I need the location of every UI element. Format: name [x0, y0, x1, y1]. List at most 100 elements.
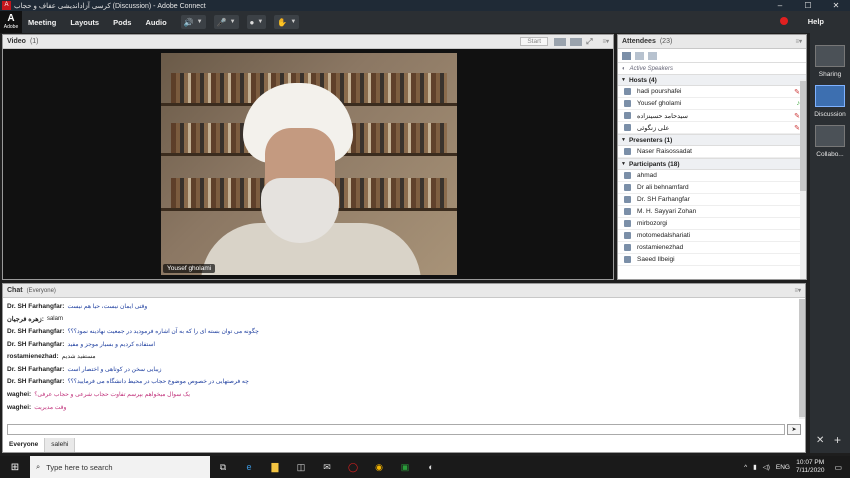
recording-indicator-icon[interactable] — [780, 17, 788, 25]
attendee-row[interactable]: mirbozorgi — [618, 218, 806, 230]
edge-icon[interactable]: e — [236, 462, 262, 472]
participant-icon — [624, 244, 631, 251]
attendee-row[interactable]: Yousef gholami ♪ — [618, 98, 806, 110]
taskbar-search[interactable]: ⌕ Type here to search — [30, 456, 210, 478]
attendees-count: (23) — [659, 38, 673, 45]
filmstrip-view-icon[interactable] — [570, 37, 583, 46]
speaker-volume-button[interactable]: 🔊 ▼ — [180, 15, 206, 29]
tab-salehi[interactable]: salehi — [45, 438, 76, 452]
minimize-button[interactable]: – — [766, 0, 794, 11]
attendees-scrollbar[interactable] — [800, 79, 806, 279]
network-icon[interactable]: ▮ — [753, 463, 757, 471]
microphone-button[interactable]: 🎤 ▼ — [213, 15, 239, 29]
attendee-row[interactable]: سیدحامد حسینزاده ✎ — [618, 110, 806, 122]
breakout-icon[interactable] — [635, 51, 644, 60]
opera-icon[interactable]: ◯ — [340, 462, 366, 473]
chat-message: Dr. SH Farhangfar: استفاده کردیم و بسیار … — [3, 338, 805, 351]
layout-discussion-button[interactable] — [815, 85, 845, 107]
attendee-row[interactable]: M. H. Sayyari Zohan — [618, 206, 806, 218]
video-pod: Video (1) Start ⤢ ≡▾ Yousef gholami — [2, 34, 614, 280]
chat-pod-header: Chat (Everyone) ≡▾ — [3, 284, 805, 298]
chat-text: زیبایی سخن در کوتاهی و اختصار است — [67, 366, 162, 373]
collapse-triangle-icon: ▼ — [621, 77, 626, 83]
fullscreen-icon[interactable]: ⤢ — [586, 37, 592, 47]
list-view-icon[interactable] — [622, 51, 631, 60]
attendee-row[interactable]: علی زنگوئی ✎ — [618, 122, 806, 134]
terminal-icon[interactable]: ▣ — [392, 462, 418, 473]
maximize-button[interactable]: ☐ — [794, 0, 822, 11]
start-video-button[interactable]: Start — [520, 37, 549, 46]
scrollbar-thumb[interactable] — [799, 299, 805, 417]
attendee-name: Saeed Ilbeigi — [637, 256, 675, 263]
attendee-row[interactable]: rostamienezhad — [618, 242, 806, 254]
language-indicator[interactable]: ENG — [776, 464, 790, 471]
add-layout-icon[interactable]: + — [834, 433, 841, 447]
presenters-label: Presenters (1) — [628, 136, 673, 144]
chat-message: waghei: وقت مدیریت — [3, 401, 805, 414]
attendee-row[interactable]: Dr ali behnamfard — [618, 182, 806, 194]
chevron-down-icon: ▼ — [229, 19, 236, 25]
file-explorer-icon[interactable]: ▇ — [262, 462, 288, 473]
attendee-row[interactable]: Saeed Ilbeigi — [618, 254, 806, 266]
raise-hand-button[interactable]: ✋ ▼ — [274, 15, 300, 29]
adobe-connect-icon[interactable]: ◐ — [418, 462, 444, 472]
taskbar-clock[interactable]: 10:07 PM 7/11/2020 — [796, 459, 824, 475]
windows-start-icon[interactable]: ⊞ — [0, 462, 30, 473]
menu-meeting[interactable]: Meeting — [28, 18, 56, 27]
chat-message: Dr. SH Farhangfar: زیبایی سخن در کوتاهی و… — [3, 363, 805, 376]
attendee-name: علی زنگوئی — [637, 124, 670, 132]
collapse-triangle-icon: ▼ — [621, 161, 626, 167]
pod-options-icon[interactable]: ≡▾ — [795, 38, 802, 45]
active-speakers-row: ◐ Active Speakers — [618, 63, 806, 74]
close-button[interactable]: ✕ — [822, 0, 850, 11]
menubar: A Adobe Meeting Layouts Pods Audio 🔊 ▼ 🎤 ▼ … — [0, 11, 850, 33]
volume-icon[interactable]: ◁) — [763, 463, 770, 471]
tab-everyone[interactable]: Everyone — [3, 438, 46, 452]
chat-scrollbar[interactable] — [799, 299, 805, 419]
attendee-row[interactable]: ahmad — [618, 170, 806, 182]
chat-message-input[interactable] — [7, 424, 785, 435]
attendee-row[interactable]: hadi pourshafei ✎ — [618, 86, 806, 98]
chat-message: Dr. SH Farhangfar: چگونه می توان بسته ای … — [3, 325, 805, 338]
chat-message: Dr. SH Farhangfar: چه فرصتهایی در خصوص مو… — [3, 376, 805, 389]
chat-sender: Dr. SH Farhangfar: — [7, 302, 65, 310]
tools-icon[interactable]: ✕ — [816, 435, 824, 446]
layout-sharing-button[interactable] — [815, 45, 845, 67]
chat-text: استفاده کردیم و بسیار موجز و مفید — [67, 341, 156, 348]
hosts-group[interactable]: ▼ Hosts (4) — [618, 74, 806, 86]
menu-layouts[interactable]: Layouts — [70, 18, 99, 27]
status-icon[interactable] — [648, 51, 657, 60]
participant-icon — [624, 220, 631, 227]
attendee-name: Dr ali behnamfard — [637, 184, 689, 191]
menu-audio[interactable]: Audio — [145, 18, 166, 27]
notifications-icon[interactable]: ▭ — [834, 463, 842, 472]
webcam-button[interactable]: ● ▼ — [246, 15, 267, 29]
video-feed: Yousef gholami — [161, 53, 457, 275]
windows-taskbar: ⊞ ⌕ Type here to search ⧉ e ▇ ◫ ✉ ◯ ◉ ▣ … — [0, 456, 850, 478]
chrome-icon[interactable]: ◉ — [366, 462, 392, 473]
store-icon[interactable]: ◫ — [288, 462, 314, 473]
pod-options-icon[interactable]: ≡▾ — [794, 287, 801, 294]
chat-text: وقتی ایمان نیست، حیا هم نیست — [67, 303, 148, 310]
menu-pods[interactable]: Pods — [113, 18, 131, 27]
active-speakers-label: Active Speakers — [629, 65, 673, 72]
presenter-icon — [624, 148, 631, 155]
speaker-wave-icon: ◐ — [622, 65, 626, 72]
participant-icon — [624, 172, 631, 179]
grid-view-icon[interactable] — [554, 37, 567, 46]
pod-options-icon[interactable]: ≡▾ — [602, 38, 609, 45]
tray-chevron-icon[interactable]: ^ — [744, 464, 747, 471]
attendee-row[interactable]: Naser Raisossadat — [618, 146, 806, 158]
speaker-icon: 🔊 — [183, 17, 194, 27]
scrollbar-thumb[interactable] — [800, 81, 806, 191]
task-view-icon[interactable]: ⧉ — [210, 462, 236, 473]
speaker-figure — [243, 83, 353, 243]
send-message-button[interactable]: ➤ — [787, 424, 801, 435]
help-menu[interactable]: Help — [808, 17, 824, 26]
layout-collaboration-button[interactable] — [815, 125, 845, 147]
presenters-group[interactable]: ▼ Presenters (1) — [618, 134, 806, 146]
participants-group[interactable]: ▼ Participants (18) — [618, 158, 806, 170]
attendee-row[interactable]: motomedalshariati — [618, 230, 806, 242]
mail-icon[interactable]: ✉ — [314, 462, 340, 473]
attendee-row[interactable]: Dr. SH Farhangfar — [618, 194, 806, 206]
